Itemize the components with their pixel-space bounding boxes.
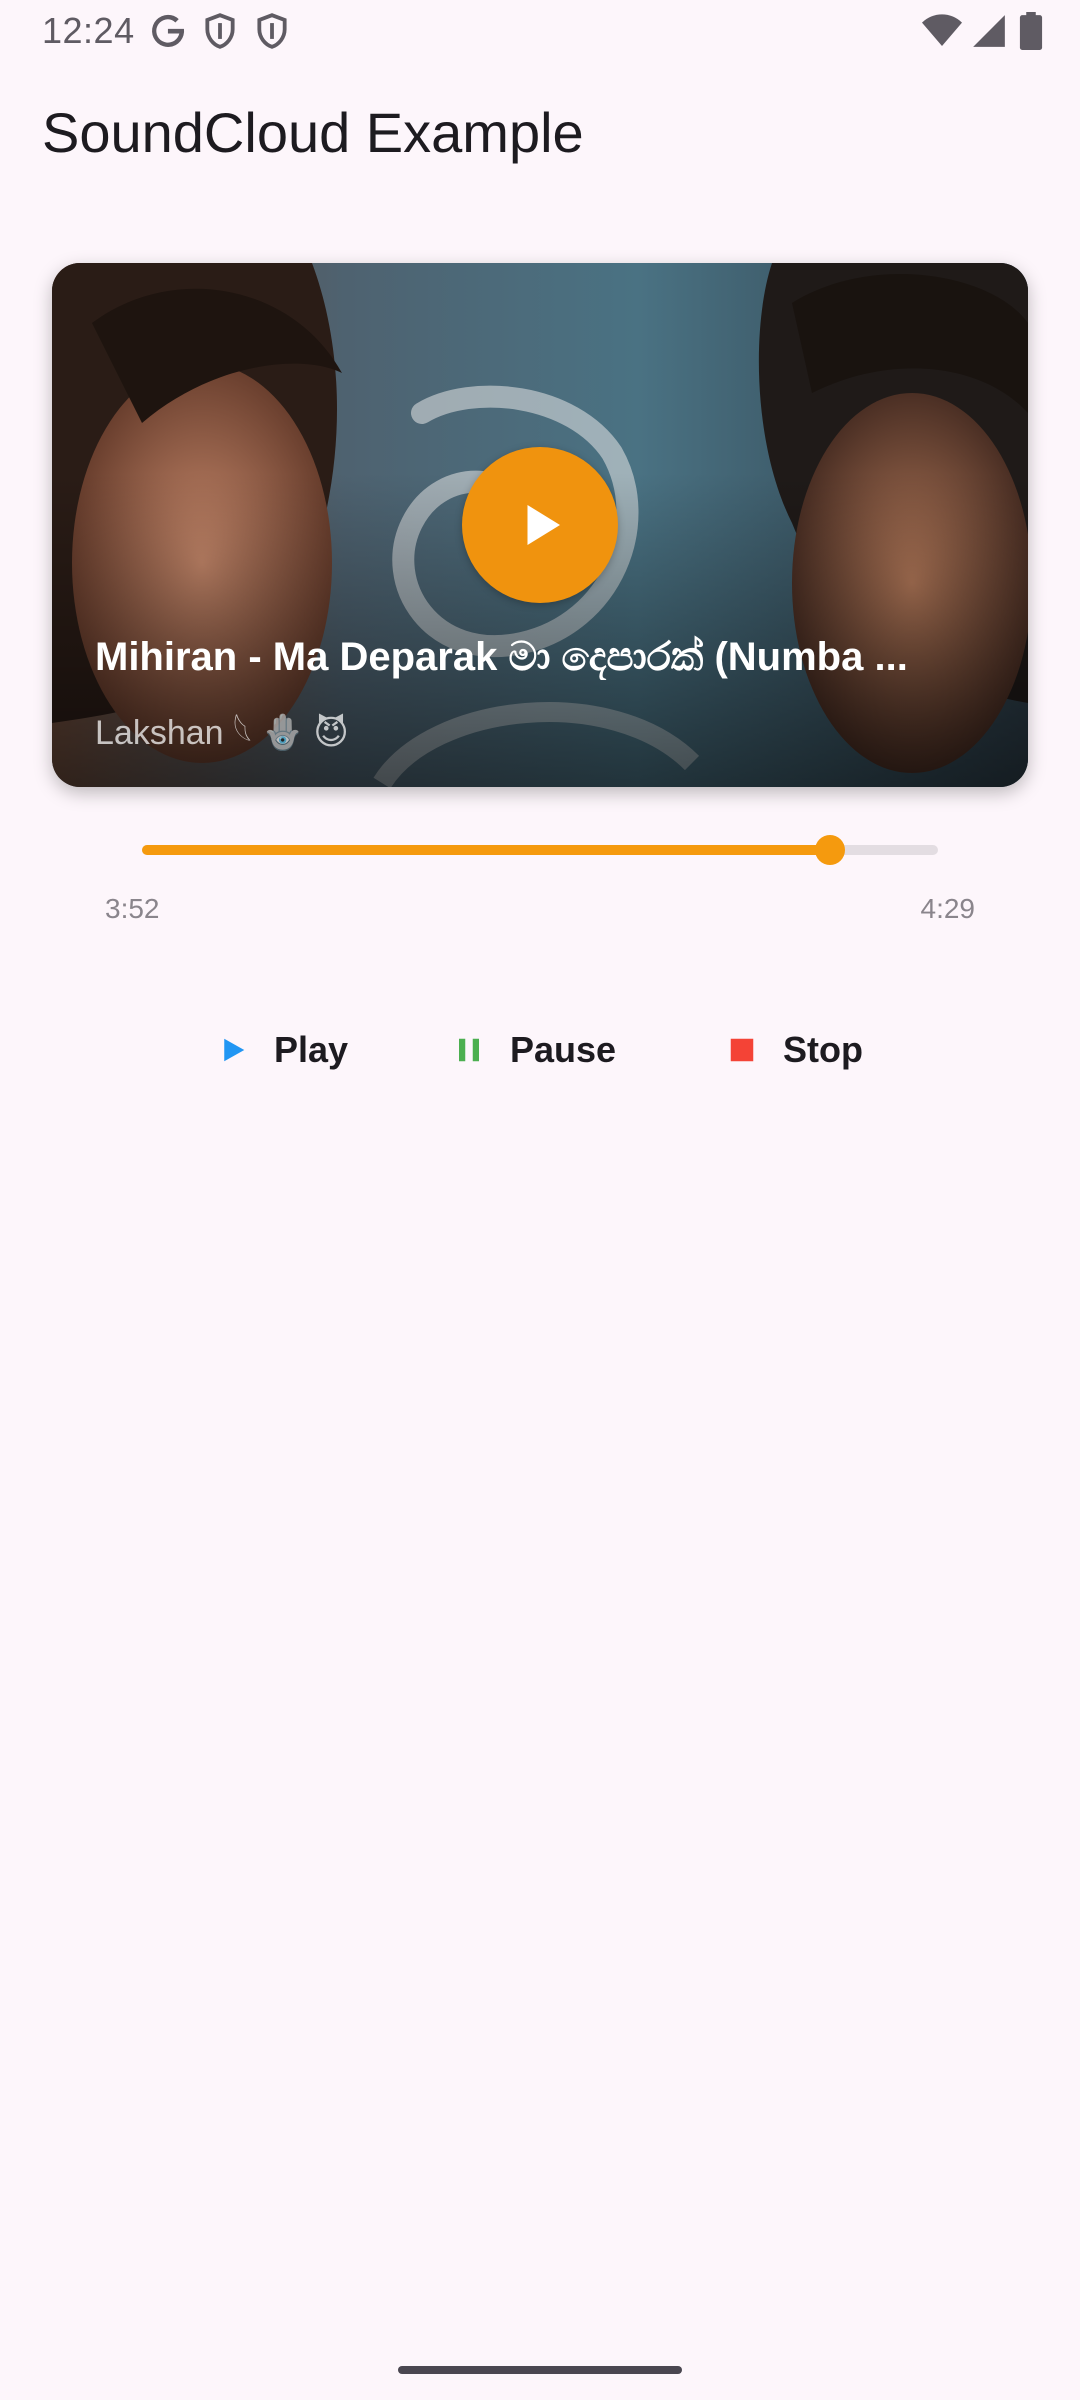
play-icon [527,505,560,545]
status-bar: 12:24 [0,0,1080,62]
play-button[interactable]: Play [218,1020,348,1080]
status-left: 12:24 [42,10,291,52]
wifi-icon [922,12,962,50]
google-icon [149,12,187,50]
battery-icon [1018,12,1044,50]
track-title: Mihiran - Ma Deparak මා දෙපාරක් (Numba .… [95,635,908,679]
total-time: 4:29 [920,893,976,924]
pause-button[interactable]: Pause [454,1020,616,1080]
play-overlay-button[interactable] [462,447,618,603]
playback-controls: Play Pause Stop [0,1020,1080,1080]
pause-label: Pause [510,1029,617,1070]
status-time: 12:24 [42,10,135,51]
progress-slider[interactable] [142,835,938,865]
status-right [922,12,1044,50]
screen: 12:24 SoundCloud Example Mihiran - Ma De… [0,0,1080,2400]
gesture-navigation-bar[interactable] [398,2366,682,2374]
progress-fill [142,845,830,855]
play-icon [224,1038,245,1062]
shield-icon [201,12,239,50]
track-card[interactable]: Mihiran - Ma Deparak මා දෙපාරක් (Numba .… [52,263,1028,787]
progress-thumb[interactable] [814,835,845,865]
shield-icon [253,12,291,50]
signal-icon [970,12,1008,50]
track-artist: Lakshan 𓆩 🪬 😈 [95,714,349,752]
current-time: 3:52 [105,893,160,924]
stop-button[interactable]: Stop [727,1020,863,1080]
stop-icon [730,1038,754,1062]
stop-label: Stop [783,1029,863,1070]
play-label: Play [274,1029,349,1070]
pause-icon [459,1038,479,1062]
app-title: SoundCloud Example [42,101,584,164]
